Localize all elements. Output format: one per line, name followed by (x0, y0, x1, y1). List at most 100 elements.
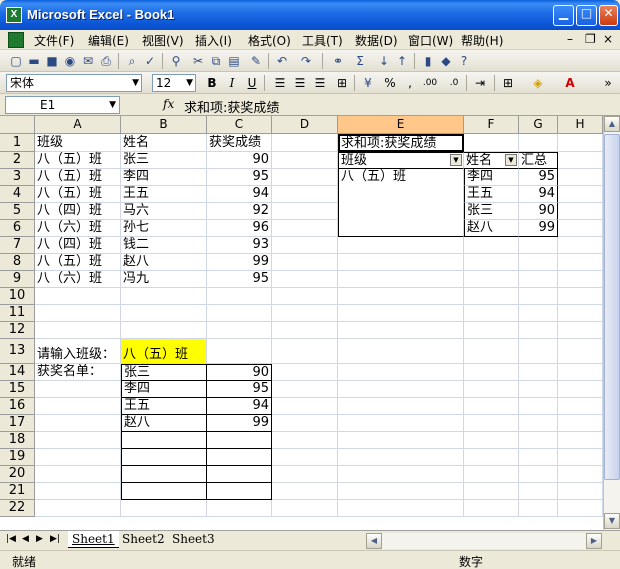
header-class[interactable]: 班级 (35, 134, 121, 152)
scroll-thumb[interactable] (604, 134, 620, 480)
borders-icon[interactable]: ⊞ (500, 76, 516, 91)
cell-score[interactable]: 99 (207, 254, 272, 271)
workbook-icon[interactable] (8, 32, 24, 48)
cell[interactable] (558, 271, 603, 288)
cell[interactable] (519, 381, 558, 398)
formula-input[interactable]: 求和项:获奖成绩 (184, 97, 279, 116)
cell[interactable] (519, 305, 558, 322)
cell[interactable] (338, 271, 464, 288)
pivot-item-name[interactable]: 赵八 (464, 220, 519, 237)
cell-class[interactable]: 八（五）班 (35, 254, 121, 271)
result-name[interactable] (121, 483, 207, 500)
cell-name[interactable]: 马六 (121, 203, 207, 220)
scroll-up-icon[interactable]: ▲ (604, 116, 620, 132)
cell[interactable] (35, 500, 121, 517)
result-name[interactable]: 张三 (121, 364, 207, 381)
cell-class[interactable]: 八（五）班 (35, 152, 121, 169)
percent-icon[interactable]: % (382, 76, 398, 91)
scroll-down-icon[interactable]: ▼ (604, 513, 620, 529)
drawing-icon[interactable]: ◆ (438, 54, 454, 69)
first-sheet-icon[interactable]: |◀ (6, 534, 16, 544)
cell[interactable] (558, 237, 603, 254)
cell[interactable] (558, 500, 603, 517)
minimize-button[interactable]: ▁ (553, 5, 574, 26)
cell-score[interactable]: 93 (207, 237, 272, 254)
result-score[interactable] (207, 449, 272, 466)
result-score[interactable]: 95 (207, 381, 272, 398)
cell-class[interactable]: 八（六）班 (35, 271, 121, 288)
result-score[interactable] (207, 432, 272, 449)
cell[interactable] (35, 398, 121, 415)
cell-class[interactable]: 八（六）班 (35, 220, 121, 237)
next-sheet-icon[interactable]: ▶ (36, 534, 43, 544)
tab-sheet1[interactable]: Sheet1 (68, 531, 119, 548)
autosum-icon[interactable]: Σ (352, 54, 368, 69)
cell[interactable] (338, 466, 464, 483)
cell[interactable] (338, 415, 464, 432)
cell[interactable] (558, 483, 603, 500)
sort-descending-icon[interactable]: ↑ (394, 54, 410, 69)
cell[interactable] (338, 432, 464, 449)
cell[interactable] (464, 305, 519, 322)
cell-name[interactable]: 钱二 (121, 237, 207, 254)
increase-decimal-icon[interactable]: .00 (422, 76, 438, 91)
align-right-icon[interactable]: ☰ (312, 76, 328, 91)
vertical-scrollbar[interactable]: ▲ ▼ (603, 116, 620, 530)
fill-color-icon[interactable]: ◈ (530, 76, 546, 91)
cell[interactable] (519, 398, 558, 415)
cell-score[interactable]: 96 (207, 220, 272, 237)
save-icon[interactable]: ■ (44, 54, 60, 69)
cell[interactable] (558, 186, 603, 203)
last-sheet-icon[interactable]: ▶| (50, 534, 60, 544)
result-name[interactable]: 王五 (121, 398, 207, 415)
cell-name[interactable]: 赵八 (121, 254, 207, 271)
cell[interactable] (558, 381, 603, 398)
cell-name[interactable]: 孙七 (121, 220, 207, 237)
pivot-row-field[interactable]: 班级 ▼ (338, 152, 464, 169)
currency-icon[interactable]: ¥ (360, 76, 376, 91)
permission-icon[interactable]: ◉ (62, 54, 78, 69)
tab-sheet3[interactable]: Sheet3 (168, 531, 219, 548)
cell[interactable] (272, 483, 338, 500)
doc-restore-icon[interactable]: ❐ (585, 32, 596, 46)
excel-app-icon[interactable]: X (6, 7, 22, 23)
cell[interactable] (519, 134, 558, 152)
cell[interactable] (558, 415, 603, 432)
menu-edit[interactable]: 编辑(E) (88, 32, 129, 49)
format-painter-icon[interactable]: ✎ (248, 54, 264, 69)
italic-icon[interactable]: I (224, 76, 240, 91)
tab-sheet2[interactable]: Sheet2 (118, 531, 169, 548)
cell[interactable] (519, 500, 558, 517)
pivot-item-name[interactable]: 张三 (464, 203, 519, 220)
font-size-box[interactable]: 12 ▼ (152, 74, 196, 92)
font-name-box[interactable]: 宋体 ▼ (6, 74, 142, 92)
cell[interactable] (272, 203, 338, 220)
cell[interactable] (35, 449, 121, 466)
cell[interactable] (464, 339, 519, 364)
cell[interactable] (35, 483, 121, 500)
cell[interactable] (558, 288, 603, 305)
cell[interactable] (519, 432, 558, 449)
pivot-col-dropdown-icon[interactable]: ▼ (505, 154, 517, 166)
select-all-corner[interactable] (0, 116, 35, 134)
cell[interactable] (558, 398, 603, 415)
row-header-14[interactable]: 14 (0, 364, 35, 381)
cell[interactable] (519, 449, 558, 466)
cell[interactable] (519, 288, 558, 305)
cell-score[interactable]: 95 (207, 169, 272, 186)
cell[interactable] (207, 339, 272, 364)
cell[interactable] (558, 432, 603, 449)
comma-style-icon[interactable]: , (402, 76, 418, 91)
cell[interactable] (272, 134, 338, 152)
cell[interactable] (121, 322, 207, 339)
column-header-b[interactable]: B (121, 116, 207, 134)
hyperlink-icon[interactable]: ⚭ (330, 54, 346, 69)
pivot-item-name[interactable]: 李四 (464, 169, 519, 186)
row-header-1[interactable]: 1 (0, 134, 35, 152)
cell[interactable] (558, 322, 603, 339)
prev-sheet-icon[interactable]: ◀ (22, 534, 29, 544)
cell[interactable] (464, 415, 519, 432)
cell[interactable] (519, 322, 558, 339)
cell[interactable] (338, 381, 464, 398)
cell[interactable] (207, 322, 272, 339)
